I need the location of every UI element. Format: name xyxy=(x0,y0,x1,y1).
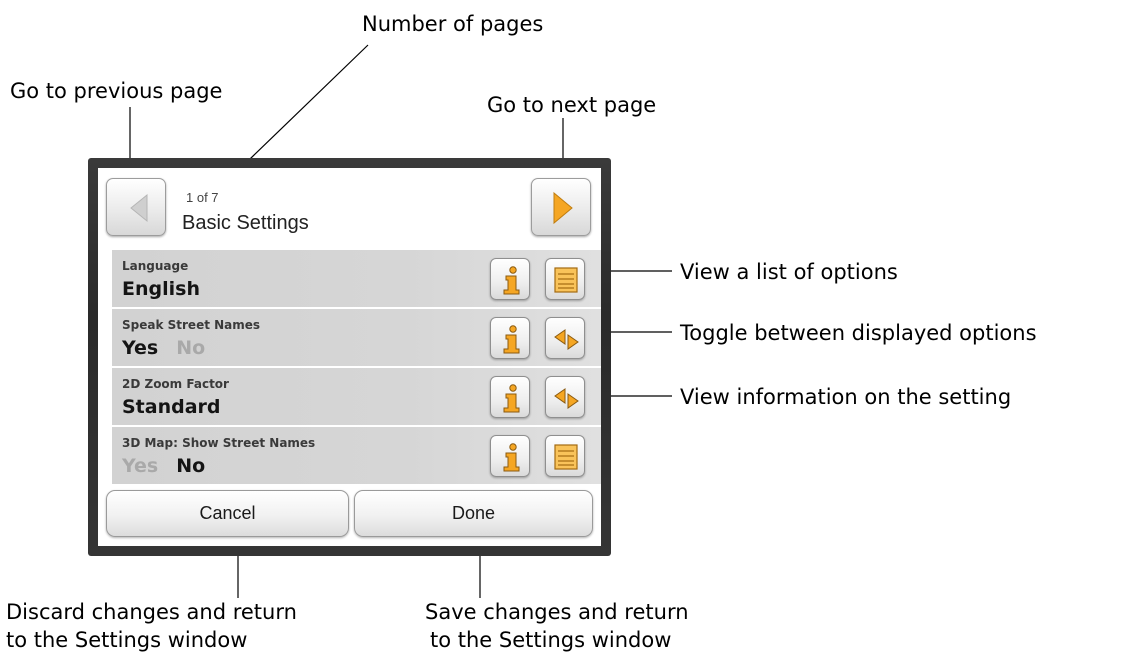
info-icon xyxy=(503,325,520,354)
setting-row-language: Language English xyxy=(112,250,601,307)
option-no-selected: No xyxy=(176,455,206,477)
done-button[interactable]: Done xyxy=(354,490,593,537)
previous-page-button[interactable] xyxy=(106,178,166,236)
setting-label: 3D Map: Show Street Names xyxy=(122,436,316,450)
page-count: 1 of 7 xyxy=(186,190,219,205)
left-arrow-icon xyxy=(130,193,148,223)
annotation-discard-line2: to the Settings window xyxy=(6,628,248,652)
annotation-view-list: View a list of options xyxy=(680,260,898,284)
setting-options: Yes No xyxy=(122,455,205,477)
settings-screen: 1 of 7 Basic Settings Language English S… xyxy=(98,168,601,546)
list-options-button[interactable] xyxy=(545,435,585,477)
page-title: Basic Settings xyxy=(182,212,309,234)
toggle-icon xyxy=(554,388,579,409)
setting-options: Yes No xyxy=(122,337,205,359)
toggle-options-button[interactable] xyxy=(545,376,585,418)
setting-value: English xyxy=(122,278,200,300)
option-yes: Yes xyxy=(122,455,159,477)
setting-value: Standard xyxy=(122,396,221,418)
right-arrow-icon xyxy=(553,191,573,225)
info-button[interactable] xyxy=(490,435,530,477)
annotation-next-page: Go to next page xyxy=(487,93,657,117)
list-options-button[interactable] xyxy=(545,258,585,300)
annotation-toggle-options: Toggle between displayed options xyxy=(680,321,1037,345)
annotation-save-line1: Save changes and return xyxy=(425,600,689,624)
setting-label: 2D Zoom Factor xyxy=(122,377,229,391)
option-no: No xyxy=(176,337,206,359)
annotation-discard-line1: Discard changes and return xyxy=(6,600,297,624)
info-icon xyxy=(503,266,520,295)
setting-row-speak-street-names: Speak Street Names Yes No xyxy=(112,309,601,366)
info-button[interactable] xyxy=(490,376,530,418)
info-button[interactable] xyxy=(490,317,530,359)
list-icon xyxy=(554,444,578,470)
info-icon xyxy=(503,384,520,413)
list-icon xyxy=(554,267,578,293)
annotation-previous-page: Go to previous page xyxy=(10,79,223,103)
toggle-icon xyxy=(554,329,579,350)
option-yes-selected: Yes xyxy=(122,337,159,359)
annotation-save-line2: to the Settings window xyxy=(430,628,672,652)
setting-label: Language xyxy=(122,259,189,273)
setting-row-3d-map-show-street-names: 3D Map: Show Street Names Yes No xyxy=(112,427,601,484)
info-icon xyxy=(503,443,520,472)
annotation-number-of-pages: Number of pages xyxy=(362,12,544,36)
info-button[interactable] xyxy=(490,258,530,300)
cancel-button[interactable]: Cancel xyxy=(106,490,349,537)
setting-label: Speak Street Names xyxy=(122,318,261,332)
annotation-view-info: View information on the setting xyxy=(680,385,1012,409)
bottom-button-bar: Cancel Done xyxy=(98,486,601,546)
setting-row-2d-zoom-factor: 2D Zoom Factor Standard xyxy=(112,368,601,425)
next-page-button[interactable] xyxy=(531,178,591,236)
toggle-options-button[interactable] xyxy=(545,317,585,359)
